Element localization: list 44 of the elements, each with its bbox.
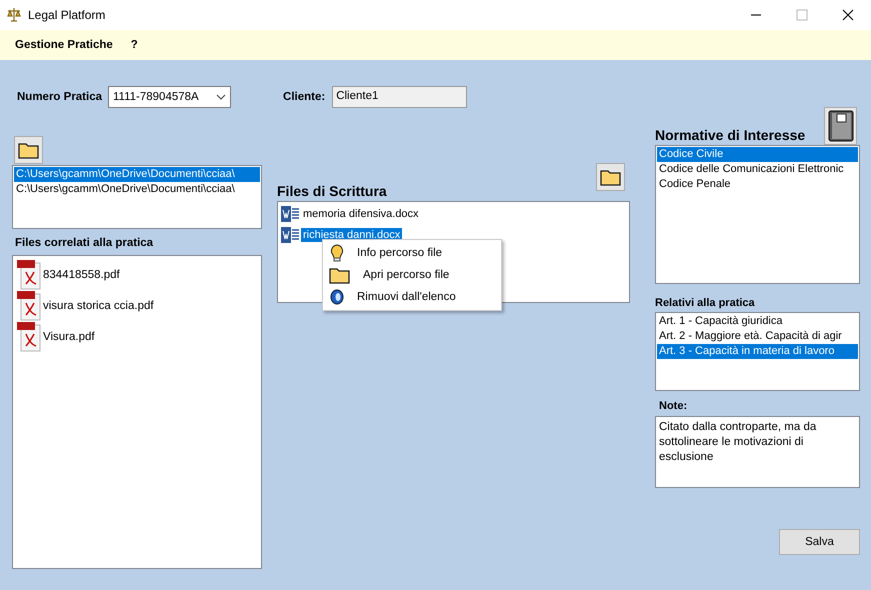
chevron-down-icon bbox=[216, 94, 226, 100]
article-item[interactable]: Art. 2 - Maggiore età. Capacità di agir bbox=[657, 329, 858, 344]
file-name[interactable]: memoria difensiva.docx bbox=[301, 206, 421, 220]
article-item[interactable]: Art. 1 - Capacità giuridica bbox=[657, 314, 858, 329]
scales-icon bbox=[6, 7, 22, 23]
file-name[interactable]: Visura.pdf bbox=[43, 330, 95, 342]
legislation-item[interactable]: Codice Civile bbox=[657, 147, 858, 162]
word-file-icon bbox=[281, 226, 299, 244]
pdf-file-icon bbox=[17, 260, 41, 290]
practice-number-dropdown[interactable]: 1111-78904578A bbox=[108, 86, 232, 108]
article-item[interactable]: Art. 3 - Capacità in materia di lavoro bbox=[657, 344, 858, 359]
client-field[interactable]: Cliente1 bbox=[332, 86, 468, 108]
section-label: Relativi alla pratica bbox=[655, 297, 756, 309]
open-folder-button[interactable] bbox=[596, 163, 625, 191]
legislation-item[interactable]: Codice delle Comunicazioni Elettronic bbox=[657, 162, 858, 177]
section-label: Files correlati alla pratica bbox=[15, 237, 154, 251]
menu-item[interactable]: ? bbox=[130, 39, 138, 51]
open-folder-button[interactable] bbox=[14, 136, 43, 164]
file-name[interactable]: 834418558.pdf bbox=[43, 268, 120, 280]
menu-item[interactable]: Rimuovi dall'elenco bbox=[323, 286, 501, 308]
pdf-file-icon bbox=[17, 290, 41, 320]
field-label: Numero Pratica bbox=[17, 91, 102, 103]
field-label: Cliente: bbox=[283, 91, 326, 103]
book-icon bbox=[828, 110, 854, 142]
folder-icon bbox=[600, 168, 622, 186]
pdf-file-icon bbox=[17, 322, 41, 352]
window-title: Legal Platform bbox=[28, 8, 106, 22]
legislation-item[interactable]: Codice Penale bbox=[657, 177, 858, 192]
notes-field[interactable]: Citato dalla controparte, ma da sottolineare le motivazioni di esclusione bbox=[655, 416, 860, 488]
save-button[interactable]: Salva bbox=[779, 529, 860, 555]
section-heading: Normative di Interesse bbox=[655, 127, 806, 143]
file-name[interactable]: visura storica ccia.pdf bbox=[43, 300, 154, 312]
path-item[interactable]: C:\Users\gcamm\OneDrive\Documenti\cciaa\ bbox=[14, 167, 260, 182]
field-label: Note: bbox=[659, 400, 688, 412]
menu-item[interactable]: Gestione Pratiche bbox=[15, 39, 113, 51]
word-file-icon bbox=[281, 204, 299, 222]
folder-icon bbox=[329, 266, 351, 284]
folder-icon bbox=[18, 141, 40, 159]
menu-item[interactable]: Info percorso file bbox=[323, 242, 501, 264]
menu-item[interactable]: Apri percorso file bbox=[323, 264, 501, 286]
lightbulb-icon bbox=[329, 244, 345, 262]
section-heading: Files di Scrittura bbox=[277, 183, 388, 199]
book-button[interactable] bbox=[824, 107, 857, 145]
path-item[interactable]: C:\Users\gcamm\OneDrive\Documenti\cciaa\ bbox=[14, 182, 260, 197]
